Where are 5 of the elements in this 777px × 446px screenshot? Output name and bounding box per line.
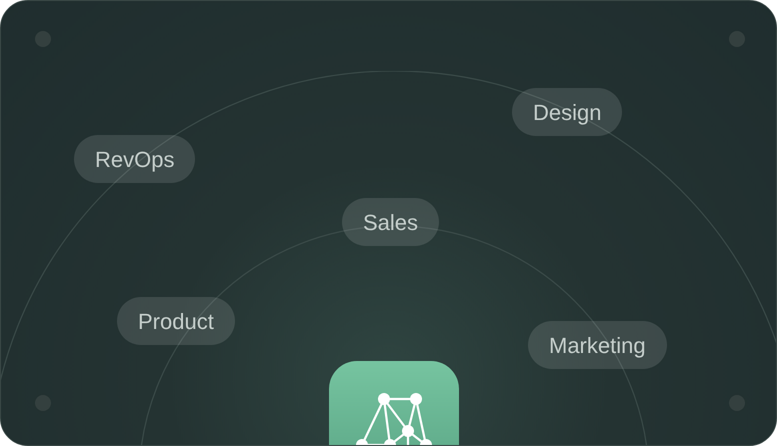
tag-pill: Product (117, 297, 235, 345)
tag-pill: Design (512, 88, 622, 136)
tag-pill: RevOps (74, 135, 196, 183)
tag-pill: Sales (342, 198, 440, 246)
tag-pill: Marketing (528, 321, 667, 369)
